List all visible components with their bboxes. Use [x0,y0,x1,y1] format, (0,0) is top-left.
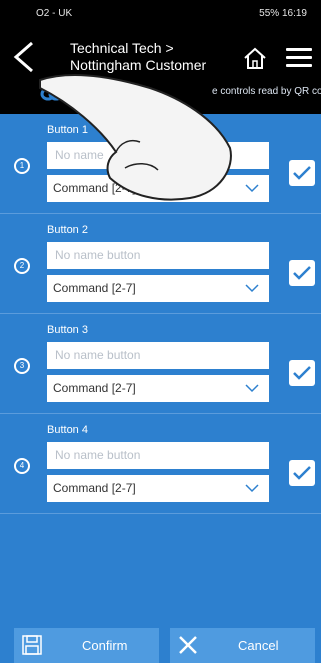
button-name-input[interactable]: No name button [47,442,269,469]
command-select[interactable]: Command [2-7] [47,375,269,402]
button-label: Button 4 [47,424,88,436]
button-number-badge: 1 [14,158,30,174]
checkmark-icon [293,166,311,180]
command-value: Command [2-7] [53,281,136,295]
enabled-checkbox[interactable] [289,360,315,386]
button-config-2: Button 2 2 No name button Command [2-7] [0,214,321,314]
checkmark-icon [293,266,311,280]
command-select[interactable]: Command [2-7] [47,475,269,502]
battery-percent: 55% [259,8,280,19]
button-number-badge: 2 [14,258,30,274]
command-value: Command [2-7] [53,481,136,495]
page-title: Technical Tech > Nottingham Customer [70,40,206,74]
close-icon [179,636,197,654]
button-name-input[interactable]: No name button [47,342,269,369]
button-name-input[interactable]: No name [47,142,269,169]
footer-bar: Confirm Cancel [0,622,321,663]
subtitle-text: e controls read by QR code [212,86,321,97]
carrier-label: O2 - UK [36,8,73,19]
button-number-badge: 4 [14,458,30,474]
command-value: Command [2-7] [53,381,136,395]
chevron-down-icon [245,484,259,493]
title-line-1: Technical Tech > [70,40,174,56]
button-label: Button 3 [47,324,88,336]
button-config-4: Button 4 4 No name button Command [2-7] [0,414,321,514]
confirm-label: Confirm [82,638,128,653]
menu-icon[interactable] [286,48,312,68]
button-config-3: Button 3 3 No name button Command [2-7] [0,314,321,414]
app-header: Technical Tech > Nottingham Customer To … [0,28,321,114]
chevron-down-icon [245,184,259,193]
button-label: Button 1 [47,124,88,136]
command-value: Command [2-7] [53,181,136,195]
command-select[interactable]: Command [2-7] [47,175,269,202]
link-icon [40,87,64,101]
enabled-checkbox[interactable] [289,260,315,286]
title-line-2: Nottingham Customer [70,57,207,73]
checkmark-icon [293,466,311,480]
chevron-down-icon [245,384,259,393]
save-icon [22,635,42,655]
cancel-button[interactable]: Cancel [170,628,315,663]
enabled-checkbox[interactable] [289,460,315,486]
button-name-input[interactable]: No name button [47,242,269,269]
home-icon[interactable] [243,46,267,70]
command-select[interactable]: Command [2-7] [47,275,269,302]
cancel-label: Cancel [238,638,279,653]
chevron-down-icon [245,284,259,293]
confirm-button[interactable]: Confirm [14,628,159,663]
time: 16:19 [281,8,307,19]
button-number-badge: 3 [14,358,30,374]
enabled-checkbox[interactable] [289,160,315,186]
button-label: Button 2 [47,224,88,236]
back-icon[interactable] [10,40,40,74]
checkmark-icon [293,366,311,380]
button-config-1: Button 1 1 No name Command [2-7] [0,114,321,214]
subtitle-left: To [70,86,81,97]
status-bar: O2 - UK 55% 16:19 [0,0,321,28]
status-indicators: 55% 16:19 [259,8,307,19]
